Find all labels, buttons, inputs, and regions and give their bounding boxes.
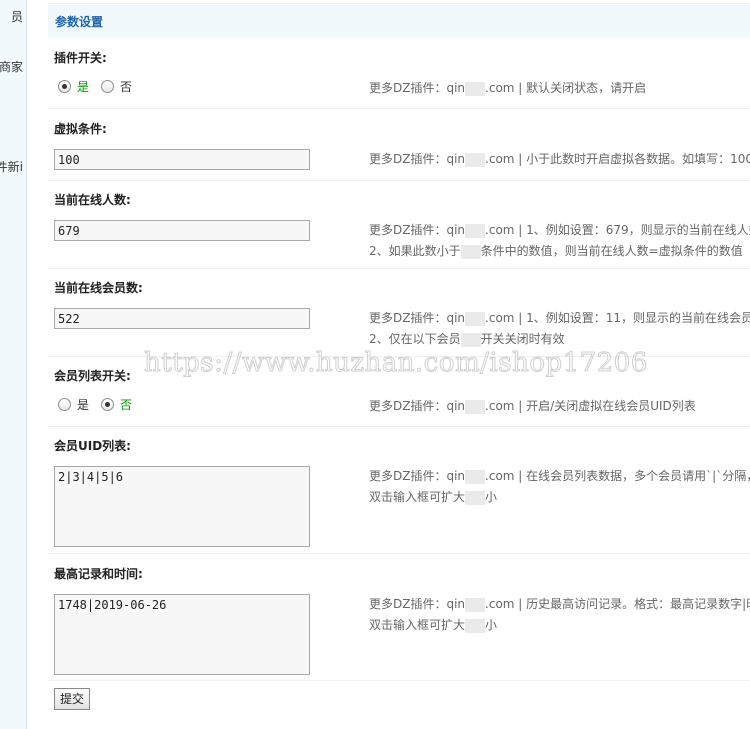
plugin-switch-label: 插件开关: (54, 51, 107, 65)
record-time-textarea[interactable]: 1748|2019-06-26 (54, 594, 310, 675)
online-members-label: 当前在线会员数: (54, 281, 143, 295)
member-list-switch-radio-group: 是 否 (58, 396, 144, 412)
redaction-mask (465, 399, 486, 414)
plugin-switch-radio-group: 是 否 (58, 78, 144, 94)
row-divider (48, 680, 750, 681)
plugin-switch-yes-radio[interactable] (58, 79, 71, 93)
redaction-mask (460, 332, 481, 347)
member-uid-list-tip: 更多DZ插件：qin .com | 在线会员列表数据，多个会员请用`|`分隔， 双… (369, 469, 750, 505)
online-count-input[interactable]: 679 (54, 220, 310, 241)
virtual-condition-input[interactable]: 100 (54, 149, 310, 170)
submit-button[interactable]: 提交 (54, 688, 90, 710)
plugin-switch-tip: 更多DZ插件：qin .com | 默认关闭状态，请开启 (369, 81, 647, 96)
row-divider (48, 356, 750, 357)
settings-panel: 参数设置 插件开关: 是 否 更多DZ插件：qin .com | 默认关闭状态，请… (48, 0, 750, 729)
member-list-yes-label[interactable]: 是 (77, 396, 89, 413)
record-time-label: 最高记录和时间: (54, 567, 143, 581)
virtual-condition-tip: 更多DZ插件：qin .com | 小于此数时开启虚拟各数据。如填写：100 (369, 152, 750, 167)
member-list-switch-tip: 更多DZ插件：qin .com | 开启/关闭虚拟在线会员UID列表 (369, 399, 696, 414)
row-divider (48, 108, 750, 109)
online-count-label: 当前在线人数: (54, 193, 131, 207)
online-count-tip: 更多DZ插件：qin .com | 1、例如设置：679，则显示的当前在线人数 2… (369, 223, 750, 259)
redaction-mask (465, 469, 486, 484)
row-divider (48, 268, 750, 269)
virtual-condition-label: 虚拟条件: (54, 122, 107, 136)
section-header: 参数设置 (48, 3, 750, 38)
left-sidebar: 员 商家 件新i (0, 0, 27, 729)
member-uid-list-textarea[interactable]: 2|3|4|5|6 (54, 466, 310, 547)
redaction-mask (465, 597, 486, 612)
redaction-mask (465, 223, 486, 238)
row-divider (48, 180, 750, 181)
row-divider (48, 553, 750, 554)
row-divider (48, 426, 750, 427)
sidebar-item-3[interactable]: 件新i (0, 158, 23, 175)
plugin-switch-yes-label[interactable]: 是 (77, 78, 89, 95)
page-title: 参数设置 (55, 15, 104, 29)
sidebar-item-2[interactable]: 商家 (0, 58, 23, 75)
sidebar-item-1[interactable]: 员 (11, 8, 23, 25)
member-list-yes-radio[interactable] (58, 397, 71, 411)
member-uid-list-label: 会员UID列表: (54, 439, 131, 453)
online-members-input[interactable]: 522 (54, 308, 310, 329)
redaction-mask (465, 618, 486, 633)
redaction-mask (460, 244, 481, 259)
redaction-mask (465, 81, 486, 96)
plugin-switch-no-radio[interactable] (101, 79, 115, 93)
redaction-mask (465, 152, 486, 167)
plugin-switch-no-label[interactable]: 否 (120, 78, 132, 95)
member-list-no-radio[interactable] (101, 397, 115, 411)
online-members-tip: 更多DZ插件：qin .com | 1、例如设置：11，则显示的当前在线会员 2、… (369, 311, 750, 347)
record-time-tip: 更多DZ插件：qin .com | 历史最高访问记录。格式：最高记录数字|时 双击… (369, 597, 750, 633)
member-list-switch-label: 会员列表开关: (54, 369, 131, 383)
redaction-mask (465, 490, 486, 505)
member-list-no-label[interactable]: 否 (120, 396, 132, 413)
redaction-mask (465, 311, 486, 326)
